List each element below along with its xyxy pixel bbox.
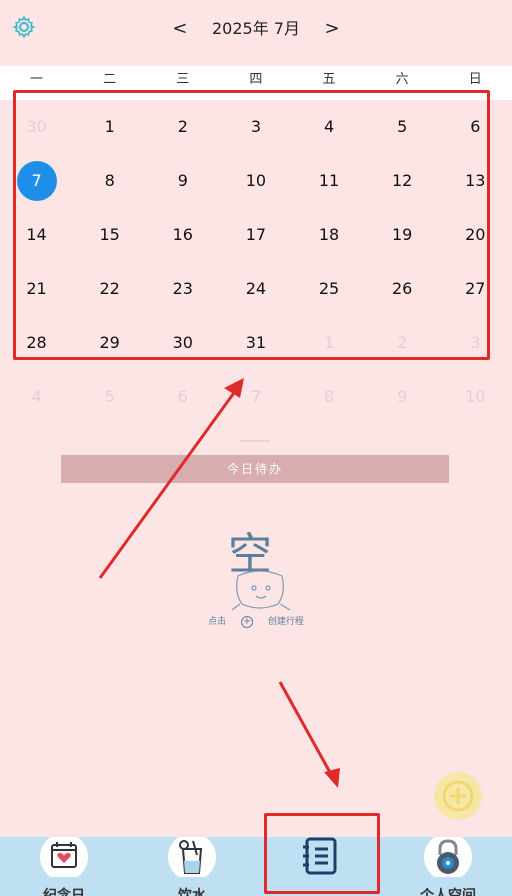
calendar-day[interactable]: 4 — [0, 370, 73, 424]
day-number: 8 — [323, 387, 335, 406]
tab-personal-space[interactable]: 个人空间 — [384, 837, 512, 896]
calendar-day[interactable]: 8 — [293, 370, 366, 424]
hint-prefix: 点击 — [208, 617, 227, 627]
annotation-arrowhead-down — [324, 768, 340, 788]
calendar-day[interactable]: 9 — [366, 370, 439, 424]
month-navigator: < 2025年 7月 > — [0, 14, 512, 44]
annotation-box-tab — [264, 813, 380, 894]
drag-handle[interactable] — [240, 440, 270, 442]
add-circle-icon[interactable]: + — [241, 616, 253, 628]
day-number: 6 — [177, 387, 188, 406]
plus-circle-icon — [442, 780, 474, 812]
day-number: 5 — [104, 387, 115, 406]
drink-cup-icon — [168, 837, 216, 877]
bottom-tab-bar: 纪念日 饮水 个人空间 — [0, 837, 512, 896]
month-title: 2025年 7月 — [212, 19, 300, 38]
calendar-week-row: 4 5 6 7 8 9 10 — [0, 370, 512, 424]
calendar-day[interactable]: 5 — [73, 370, 146, 424]
calendar-header: < 2025年 7月 > — [0, 0, 512, 60]
hint-suffix: 创建行程 — [267, 617, 304, 627]
calendar-day[interactable]: 6 — [146, 370, 219, 424]
tab-label: 纪念日 — [43, 888, 85, 896]
annotation-box-calendar — [13, 90, 490, 360]
annotation-arrow-down — [278, 681, 334, 777]
tab-label: 个人空间 — [420, 888, 476, 896]
tab-label: 饮水 — [178, 888, 206, 896]
todo-title-bar: 今日待办 — [61, 455, 449, 483]
day-number: 9 — [397, 387, 408, 406]
calendar-heart-icon — [40, 837, 88, 877]
next-month-button[interactable]: > — [321, 14, 343, 44]
day-number: 7 — [250, 387, 262, 406]
empty-state-illustration — [231, 570, 291, 611]
create-schedule-hint: 点击 + 创建行程 — [0, 614, 512, 628]
day-number: 4 — [31, 387, 42, 406]
tab-drink[interactable]: 饮水 — [128, 837, 256, 896]
day-number: 10 — [465, 387, 486, 406]
calendar-day[interactable]: 7 — [219, 370, 292, 424]
prev-month-button[interactable]: < — [169, 14, 191, 44]
tab-anniversary[interactable]: 纪念日 — [0, 837, 128, 896]
calendar-day[interactable]: 10 — [439, 370, 512, 424]
lock-icon — [424, 837, 472, 877]
add-schedule-fab[interactable] — [434, 772, 482, 820]
